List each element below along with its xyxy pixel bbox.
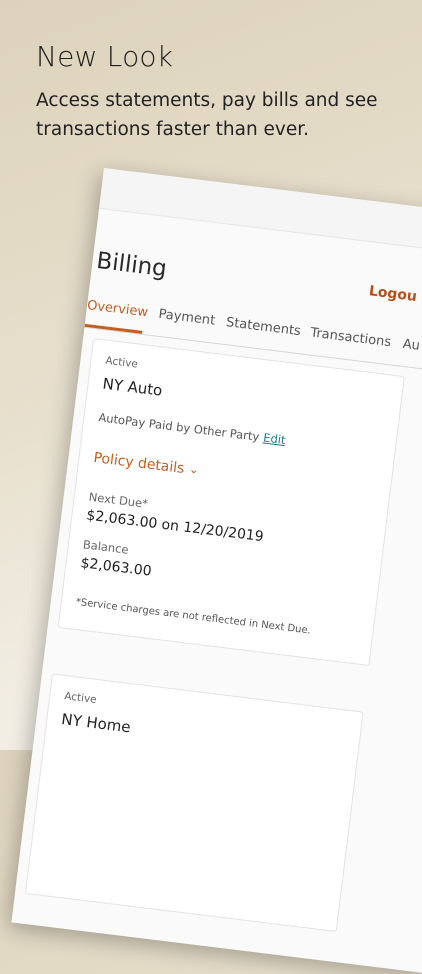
logout-button[interactable]: Logou xyxy=(368,283,418,305)
tab-transactions[interactable]: Transactions xyxy=(310,325,392,350)
status-bar xyxy=(99,168,422,260)
tab-autopay[interactable]: Au xyxy=(402,337,421,354)
promo-headline: New Look xyxy=(36,40,174,73)
next-due-label: Next Due* xyxy=(87,489,149,511)
status-badge: Active xyxy=(104,354,139,371)
promo-subline: Access statements, pay bills and see tra… xyxy=(36,90,378,140)
active-tab-indicator xyxy=(84,323,143,334)
tab-payment[interactable]: Payment xyxy=(158,307,216,329)
policy-card-ny-auto: Active NY Auto AutoPay Paid by Other Par… xyxy=(57,337,405,667)
policy-details-toggle[interactable]: Policy details xyxy=(93,450,186,477)
policy-card-ny-home: Active NY Home xyxy=(24,673,364,933)
autopay-status: AutoPay Paid by Other Party xyxy=(97,410,261,444)
policy-name: NY Home xyxy=(60,709,132,737)
status-badge: Active xyxy=(63,690,98,707)
balance-label: Balance xyxy=(82,537,130,557)
service-charge-footnote: *Service charges are not reflected in Ne… xyxy=(75,596,312,637)
balance-value: $2,063.00 xyxy=(79,555,153,580)
page-title: Billing xyxy=(95,247,169,283)
chevron-down-icon: ⌄ xyxy=(188,461,200,477)
next-due-value: $2,063.00 on 12/20/2019 xyxy=(85,507,265,546)
phone-screen: Billing Logou Overview Payment Statement… xyxy=(11,168,422,974)
policy-name: NY Auto xyxy=(101,374,164,400)
tab-overview[interactable]: Overview xyxy=(86,298,149,320)
edit-autopay-link[interactable]: Edit xyxy=(262,430,286,447)
tab-statements[interactable]: Statements xyxy=(225,315,301,339)
